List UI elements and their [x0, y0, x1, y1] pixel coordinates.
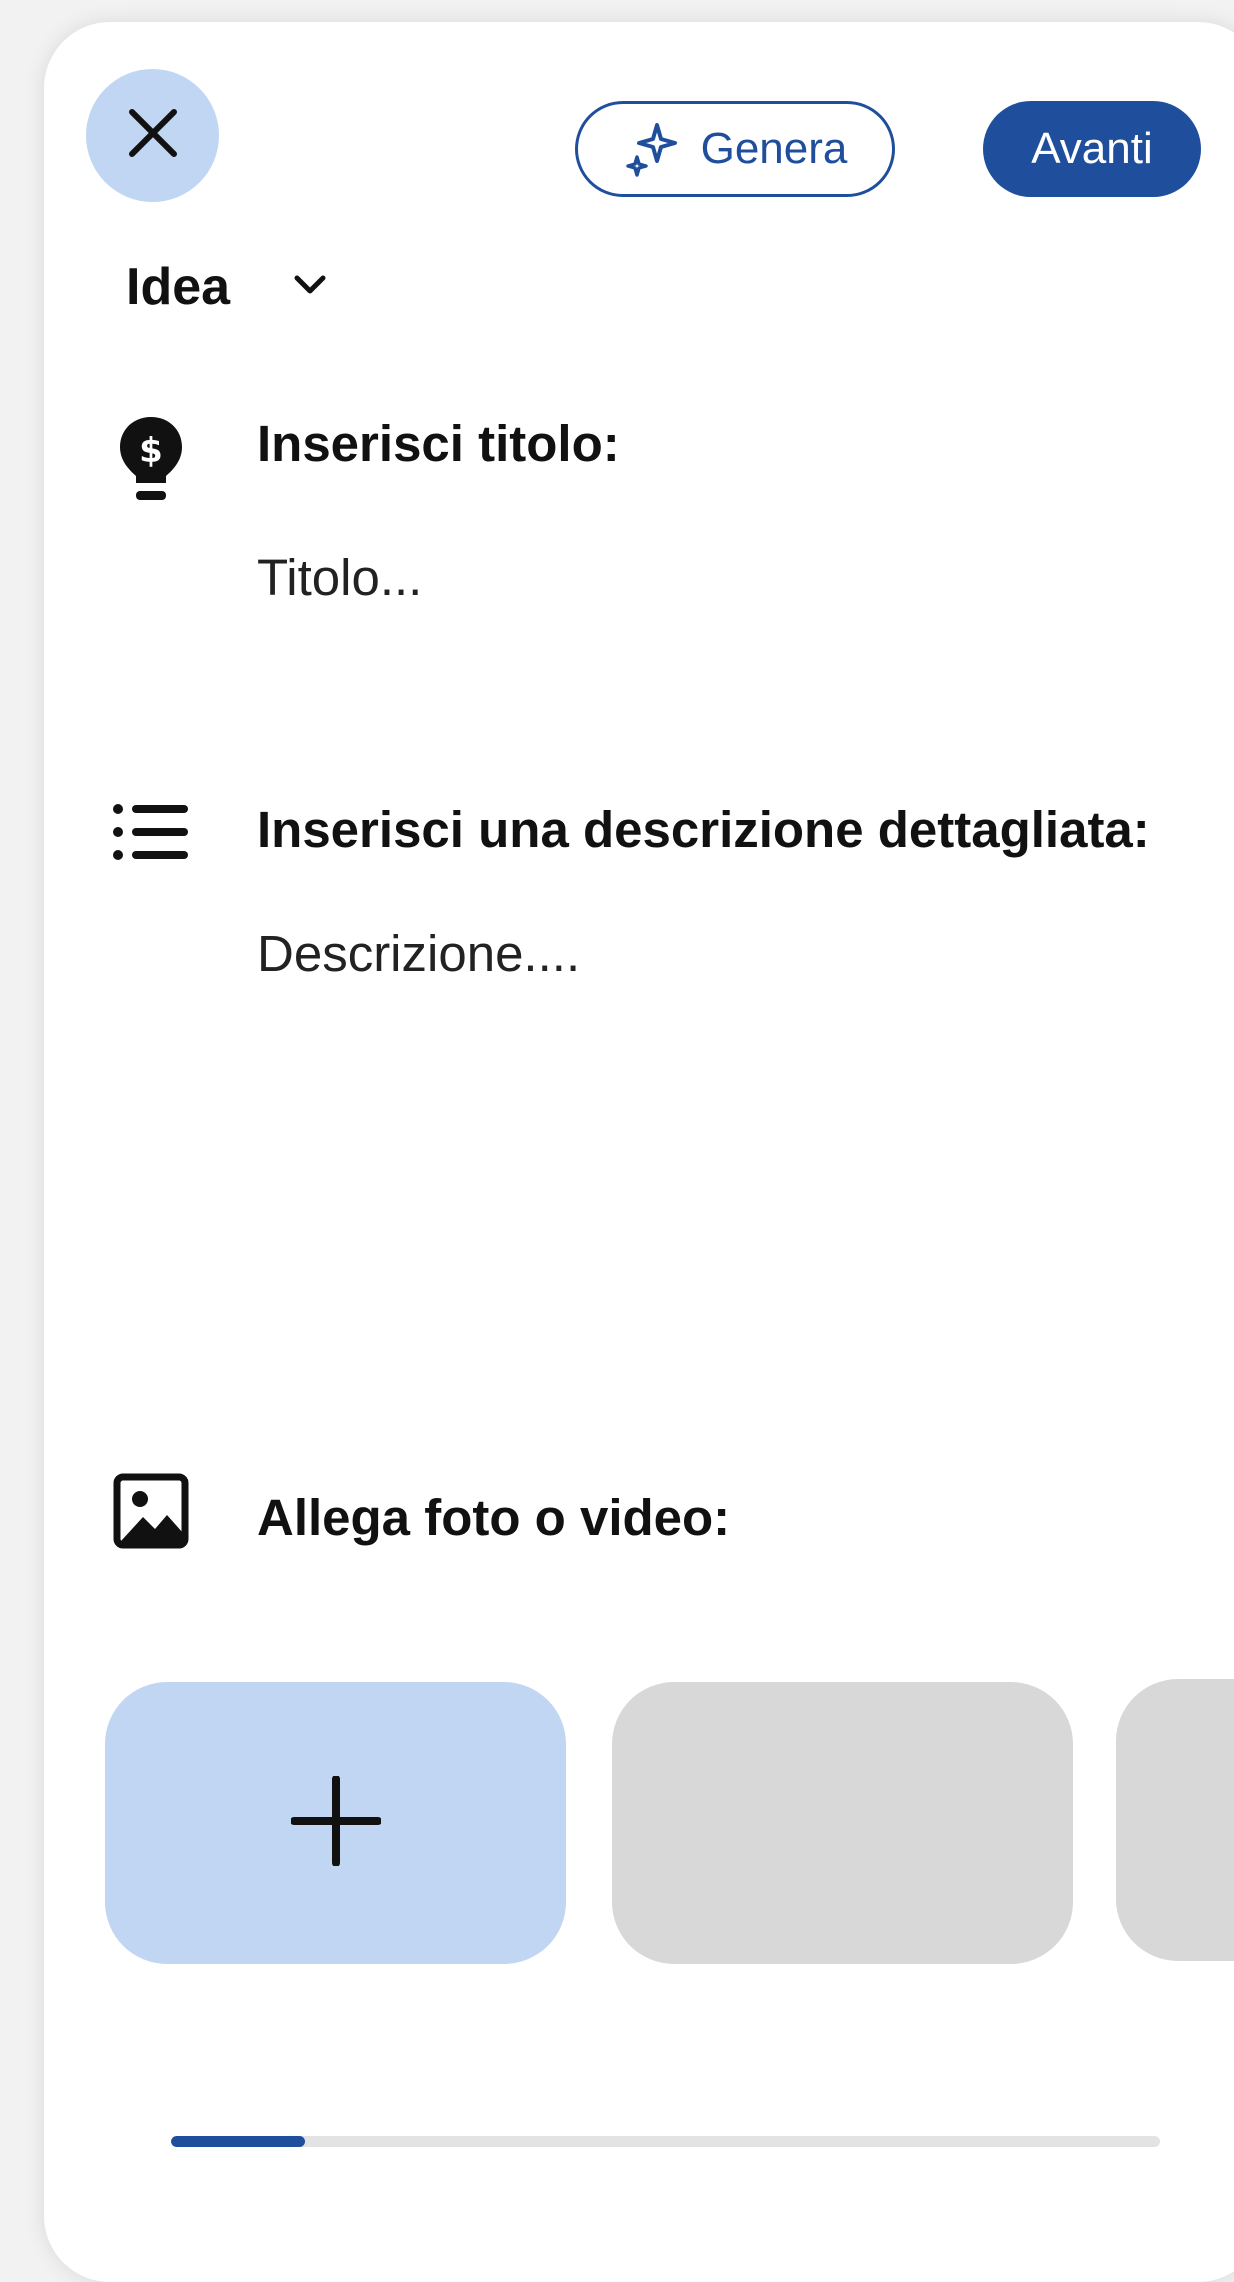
sparkle-icon: [623, 119, 683, 179]
title-input[interactable]: [257, 542, 1157, 612]
type-dropdown-value: Idea: [126, 258, 231, 316]
media-label: Allega foto o video:: [257, 1489, 731, 1546]
title-label: Inserisci titolo:: [257, 415, 620, 472]
generate-button[interactable]: Genera: [575, 101, 895, 197]
chevron-down-icon: [294, 275, 326, 300]
idea-form-sheet: Genera Avanti Idea $ Inserisci titolo: T…: [44, 22, 1234, 2282]
description-input[interactable]: [257, 924, 1157, 1344]
plus-icon: [289, 1774, 382, 1871]
description-label: Inserisci una descrizione dettagliata:: [257, 801, 1150, 858]
progress-bar: [171, 2136, 1160, 2147]
media-slot[interactable]: [1116, 1679, 1234, 1961]
next-button-label: Avanti: [1031, 124, 1153, 173]
svg-text:$: $: [139, 431, 163, 471]
close-button[interactable]: [86, 69, 219, 202]
image-icon: [110, 1470, 192, 1552]
close-icon: [127, 107, 179, 164]
generate-button-label: Genera: [700, 124, 848, 173]
lightbulb-dollar-icon: $: [110, 410, 192, 510]
next-button[interactable]: Avanti: [983, 101, 1201, 197]
media-slot[interactable]: [612, 1682, 1073, 1964]
list-icon: [110, 797, 192, 867]
progress-bar-fill: [171, 2136, 305, 2147]
type-dropdown[interactable]: Idea: [126, 257, 326, 317]
add-media-button[interactable]: [105, 1682, 566, 1964]
